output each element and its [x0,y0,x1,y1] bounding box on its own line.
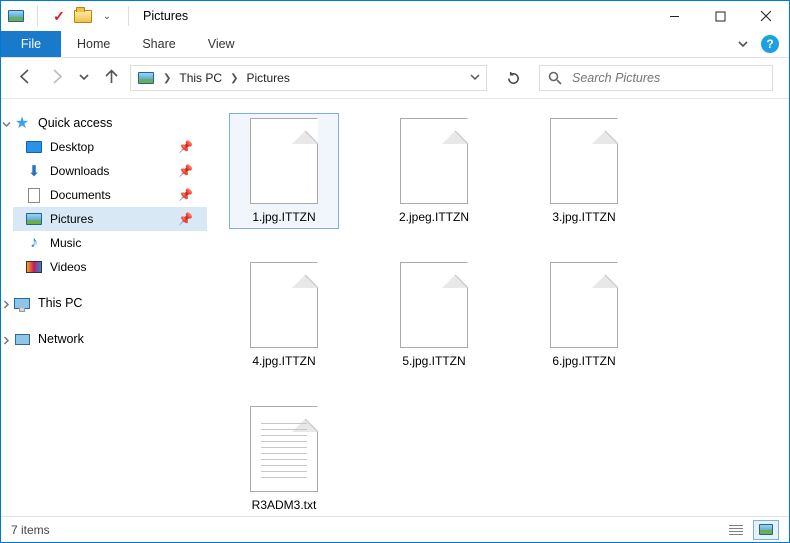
chevron-right-icon[interactable]: ❯ [228,73,240,84]
titlebar: ✓ ⌄ Pictures [1,1,789,31]
sidebar-item-label: Desktop [50,140,94,154]
sidebar-item-videos[interactable]: Videos [13,255,207,279]
sidebar-item-music[interactable]: ♪ Music [13,231,207,255]
view-details-button[interactable] [723,520,749,540]
tab-view[interactable]: View [192,31,251,57]
sidebar-item-label: Videos [50,260,86,274]
refresh-button[interactable] [497,65,529,91]
sidebar-item-downloads[interactable]: ⬇ Downloads 📌 [13,159,207,183]
file-icon [250,406,318,492]
content-area[interactable]: 1.jpg.ITTZN 2.jpeg.ITTZN 3.jpg.ITTZN 4.jpg.… [211,99,789,516]
sidebar-quick-access[interactable]: ★ Quick access [13,111,207,135]
chevron-right-icon[interactable] [2,298,11,312]
address-row: ❯ This PC ❯ Pictures [1,58,789,98]
chevron-right-icon[interactable] [2,334,11,348]
network-icon [13,332,31,347]
file-icon [400,262,468,348]
chevron-right-icon[interactable]: ❯ [161,73,173,84]
file-icon [400,118,468,204]
sidebar-label: Network [38,332,84,346]
large-icons-icon [759,524,773,535]
search-input[interactable] [570,70,764,86]
file-name: 4.jpg.ITTZN [252,354,315,368]
chevron-down-icon[interactable] [2,118,11,132]
pin-icon: 📌 [178,188,193,202]
qat-customize-icon[interactable]: ⌄ [98,7,116,25]
maximize-button[interactable] [697,1,743,31]
file-name: R3ADM3.txt [252,498,317,512]
titlebar-left: ✓ ⌄ Pictures [1,1,188,31]
sidebar-item-desktop[interactable]: Desktop 📌 [13,135,207,159]
file-name: 2.jpeg.ITTZN [399,210,469,224]
documents-icon [25,188,43,203]
qat-properties-icon[interactable]: ✓ [50,7,68,25]
tab-share[interactable]: Share [126,31,191,57]
ribbon-expand-icon[interactable] [737,38,749,50]
file-item[interactable]: 1.jpg.ITTZN [229,113,339,229]
file-icon [250,118,318,204]
help-button[interactable]: ? [761,35,779,53]
sidebar-network[interactable]: Network [13,327,207,351]
file-name: 1.jpg.ITTZN [252,210,315,224]
qat-newfolder-icon[interactable] [74,7,92,25]
tab-home[interactable]: Home [61,31,126,57]
pin-icon: 📌 [178,212,193,226]
status-text: 7 items [11,523,50,537]
view-large-icons-button[interactable] [753,520,779,540]
file-name: 5.jpg.ITTZN [402,354,465,368]
search-box[interactable] [539,65,773,91]
file-name: 6.jpg.ITTZN [552,354,615,368]
file-item[interactable]: R3ADM3.txt [229,401,339,517]
file-item[interactable]: 4.jpg.ITTZN [229,257,339,373]
nav-recent-button[interactable] [79,71,89,85]
close-button[interactable] [743,1,789,31]
nav-up-button[interactable] [103,68,120,88]
sidebar-this-pc[interactable]: This PC [13,291,207,315]
minimize-button[interactable] [651,1,697,31]
ribbon: File Home Share View ? [1,31,789,58]
quick-access-icon: ★ [13,116,31,131]
file-name: 3.jpg.ITTZN [552,210,615,224]
breadcrumb-thispc[interactable]: This PC [179,71,222,85]
breadcrumb-pictures[interactable]: Pictures [246,71,289,85]
details-icon [729,525,743,535]
sidebar-label: This PC [38,296,82,310]
file-icon [550,118,618,204]
file-item[interactable]: 3.jpg.ITTZN [529,113,639,229]
sidebar: ★ Quick access Desktop📌⬇Downloads📌Docume… [1,99,211,516]
tab-file[interactable]: File [1,31,61,57]
sidebar-label: Quick access [38,116,112,130]
search-icon [548,71,562,85]
file-icon [250,262,318,348]
desktop-icon [25,140,43,155]
status-bar: 7 items [1,516,789,542]
pictures-icon [137,71,155,86]
app-icon [7,7,25,25]
file-icon [550,262,618,348]
nav-back-button[interactable] [17,68,34,88]
breadcrumb[interactable]: ❯ This PC ❯ Pictures [130,65,487,91]
explorer-window: ✓ ⌄ Pictures File Home Share View ? [1,1,789,542]
videos-icon [25,260,43,275]
sidebar-item-label: Documents [50,188,111,202]
sidebar-item-label: Pictures [50,212,93,226]
file-item[interactable]: 2.jpeg.ITTZN [379,113,489,229]
window-title: Pictures [141,1,188,31]
music-icon: ♪ [25,236,43,251]
file-item[interactable]: 5.jpg.ITTZN [379,257,489,373]
sidebar-item-label: Music [50,236,81,250]
nav-forward-button[interactable] [48,68,65,88]
pin-icon: 📌 [178,140,193,154]
downloads-icon: ⬇ [25,164,43,179]
file-item[interactable]: 6.jpg.ITTZN [529,257,639,373]
breadcrumb-history-icon[interactable] [470,71,480,85]
sidebar-item-pictures[interactable]: Pictures 📌 [13,207,207,231]
this-pc-icon [13,296,31,311]
sidebar-item-label: Downloads [50,164,109,178]
pin-icon: 📌 [178,164,193,178]
pictures-icon [25,212,43,227]
sidebar-item-documents[interactable]: Documents 📌 [13,183,207,207]
